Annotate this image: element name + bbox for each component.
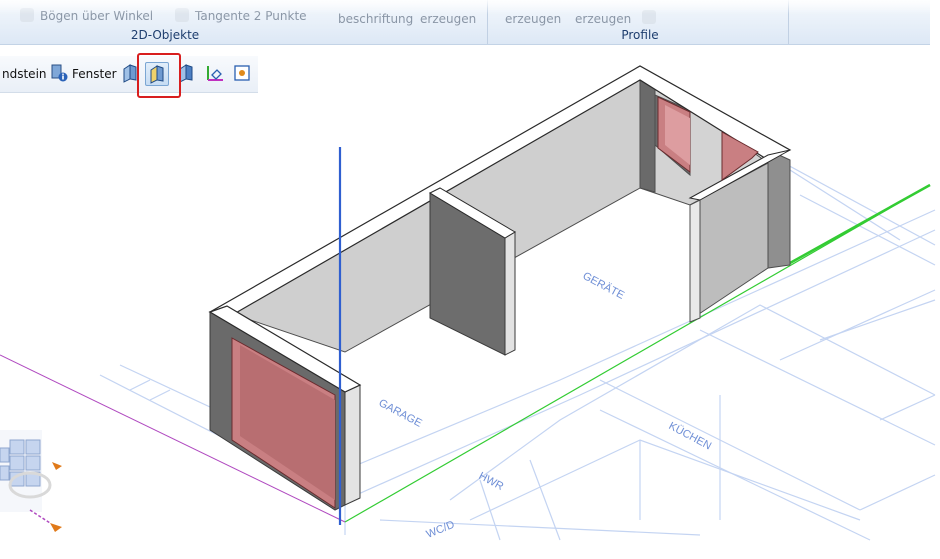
wall-left-cap [344,384,361,506]
view-cube-icon[interactable] [0,430,62,532]
room-label-garage: GARAGE [377,397,424,430]
viewport-3d[interactable]: GARAGE GERÄTE KÜCHEN HWR WC/D [0,0,940,559]
room-label-geraete: GERÄTE [581,270,627,302]
wall-partition-cap [504,231,516,356]
room-label-hwr: HWR [477,470,506,493]
wall-right-end-cap [689,199,701,323]
wall-right-end-side [767,149,791,269]
